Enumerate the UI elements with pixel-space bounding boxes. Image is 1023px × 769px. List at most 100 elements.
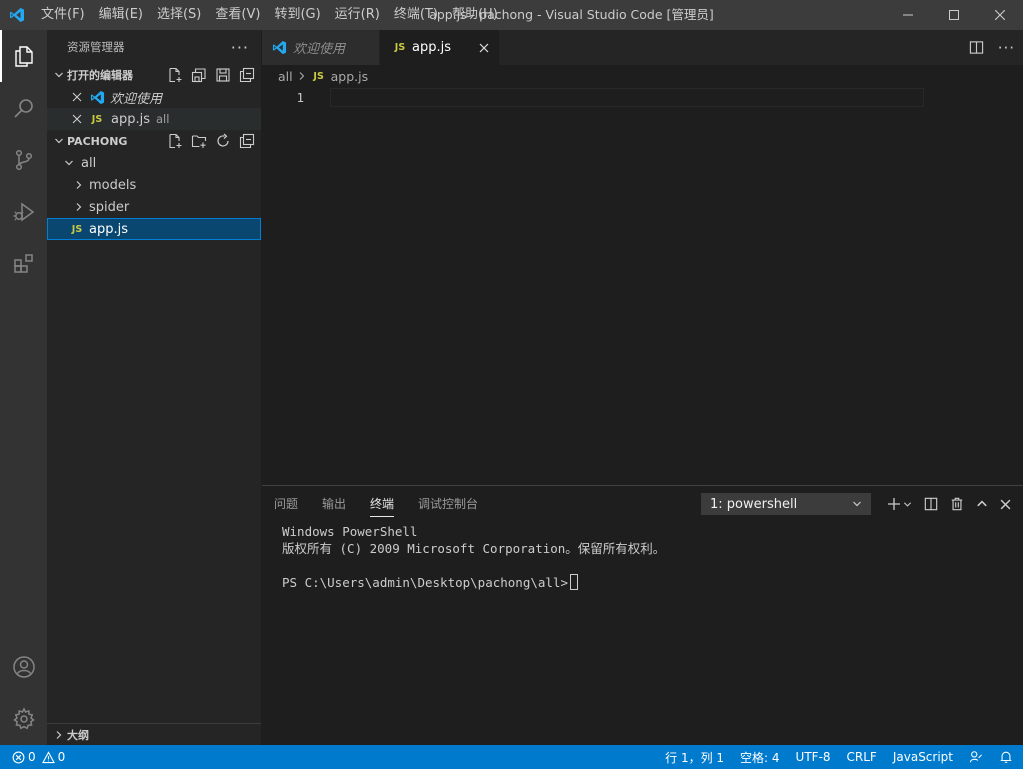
outline-label: 大纲 [67, 729, 89, 742]
tree-file-label: app.js [89, 221, 128, 237]
source-control-button[interactable] [0, 134, 47, 186]
new-folder-icon[interactable] [191, 133, 207, 149]
chevron-right-icon [71, 202, 87, 212]
close-icon[interactable] [1000, 499, 1011, 510]
menu-run[interactable]: 运行(R) [328, 0, 387, 30]
end-of-line[interactable]: CRLF [847, 750, 877, 764]
new-untitled-file-icon[interactable] [167, 67, 183, 83]
open-editors-header[interactable]: 打开的编辑器 [47, 64, 261, 86]
menu-file[interactable]: 文件(F) [34, 0, 92, 30]
tab-terminal[interactable]: 终端 [370, 486, 395, 522]
panel-actions: 1: powershell [701, 486, 1011, 522]
refresh-icon[interactable] [215, 133, 231, 149]
save-all-icon[interactable] [191, 67, 207, 83]
feedback-button[interactable] [969, 750, 983, 764]
menu-go[interactable]: 转到(G) [267, 0, 327, 30]
menu-edit[interactable]: 编辑(E) [92, 0, 150, 30]
files-icon [14, 46, 33, 67]
breadcrumb-file[interactable]: app.js [331, 69, 369, 84]
collapse-folders-icon[interactable] [239, 133, 255, 149]
tab-label: 欢迎使用 [293, 42, 346, 57]
tree-folder-all[interactable]: all [47, 152, 261, 174]
tab-label: app.js [412, 40, 451, 55]
indentation[interactable]: 空格: 4 [740, 749, 780, 766]
terminal-output[interactable]: Windows PowerShell 版权所有 (C) 2009 Microso… [262, 522, 1023, 591]
notifications-button[interactable] [999, 750, 1013, 764]
bottom-panel: 问题 输出 终端 调试控制台 1: powershell Windows Pow… [262, 485, 1023, 745]
collapse-all-icon[interactable] [239, 67, 255, 83]
menu-terminal[interactable]: 终端(T) [387, 0, 445, 30]
explorer-sidebar: 资源管理器 ··· 打开的编辑器 欢迎使用 JS app.js all PACH… [47, 30, 262, 745]
menu-view[interactable]: 查看(V) [208, 0, 267, 30]
project-folder-header[interactable]: PACHONG [47, 130, 261, 152]
terminal-select[interactable]: 1: powershell [701, 493, 871, 515]
chevron-right-icon [71, 180, 87, 190]
terminal-line: Windows PowerShell [282, 524, 418, 539]
minimize-button[interactable] [885, 0, 931, 30]
tab-debug-console[interactable]: 调试控制台 [418, 486, 478, 522]
minimize-icon [903, 14, 913, 16]
editor-tabs: 欢迎使用 JS app.js ··· [262, 30, 1023, 65]
run-debug-button[interactable] [0, 186, 47, 238]
more-actions-icon[interactable]: ··· [231, 38, 249, 57]
close-tab-icon[interactable] [479, 43, 489, 53]
js-file-icon: JS [91, 113, 103, 125]
project-folder-label: PACHONG [67, 134, 128, 148]
extensions-button[interactable] [0, 238, 47, 290]
account-button[interactable] [0, 641, 47, 693]
save-icon[interactable] [215, 67, 231, 83]
chevron-down-icon [853, 501, 861, 507]
explorer-button[interactable] [0, 30, 47, 82]
trash-icon[interactable] [950, 497, 964, 511]
run-debug-icon [13, 202, 34, 222]
terminal-select-value: 1: powershell [710, 496, 798, 512]
new-terminal-button[interactable] [887, 497, 912, 511]
open-editors-label: 打开的编辑器 [67, 69, 133, 82]
new-file-icon[interactable] [167, 133, 183, 149]
js-file-icon: JS [71, 223, 83, 235]
error-icon [12, 751, 25, 763]
more-actions-icon[interactable]: ··· [998, 39, 1015, 57]
open-editor-item-appjs[interactable]: JS app.js all [47, 108, 261, 130]
open-editor-item-welcome[interactable]: 欢迎使用 [47, 86, 261, 108]
menu-help[interactable]: 帮助(H) [445, 0, 505, 30]
menu-selection[interactable]: 选择(S) [150, 0, 208, 30]
encoding[interactable]: UTF-8 [796, 750, 831, 764]
warning-icon [41, 750, 55, 763]
maximize-button[interactable] [931, 0, 977, 30]
tab-welcome[interactable]: 欢迎使用 [262, 30, 380, 65]
chevron-down-icon [51, 136, 67, 146]
close-editor-icon[interactable] [67, 92, 87, 102]
tree-folder-label: spider [89, 199, 130, 215]
split-editor-icon[interactable] [969, 40, 984, 55]
close-icon [995, 10, 1005, 20]
chevron-up-icon[interactable] [976, 498, 988, 510]
vscode-file-icon [87, 90, 107, 105]
problems-status[interactable]: 0 0 [12, 750, 65, 764]
breadcrumb: all JS app.js [262, 65, 1023, 87]
outline-section[interactable]: 大纲 [47, 723, 261, 745]
tree-file-appjs[interactable]: JS app.js [47, 218, 261, 240]
search-button[interactable] [0, 82, 47, 134]
close-window-button[interactable] [977, 0, 1023, 30]
tab-appjs[interactable]: JS app.js [380, 30, 500, 65]
tree-folder-models[interactable]: models [47, 174, 261, 196]
open-editors-actions [167, 64, 255, 86]
tab-problems[interactable]: 问题 [274, 486, 298, 522]
manage-button[interactable] [0, 693, 47, 745]
split-terminal-icon[interactable] [924, 497, 938, 511]
cursor-position[interactable]: 行 1，列 1 [665, 749, 724, 766]
outline-header[interactable]: 大纲 [47, 724, 261, 746]
breadcrumb-folder[interactable]: all [278, 69, 293, 84]
language-mode[interactable]: JavaScript [893, 750, 953, 764]
editor-actions: ··· [969, 30, 1015, 65]
close-editor-icon[interactable] [67, 114, 87, 124]
vscode-file-icon [272, 40, 287, 55]
terminal-prompt: PS C:\Users\admin\Desktop\pachong\all> [282, 575, 568, 590]
code-line[interactable]: 1 [262, 88, 1023, 107]
current-line-highlight [330, 88, 924, 107]
warning-count: 0 [57, 750, 66, 764]
tab-output[interactable]: 输出 [322, 486, 346, 522]
tree-folder-spider[interactable]: spider [47, 196, 261, 218]
